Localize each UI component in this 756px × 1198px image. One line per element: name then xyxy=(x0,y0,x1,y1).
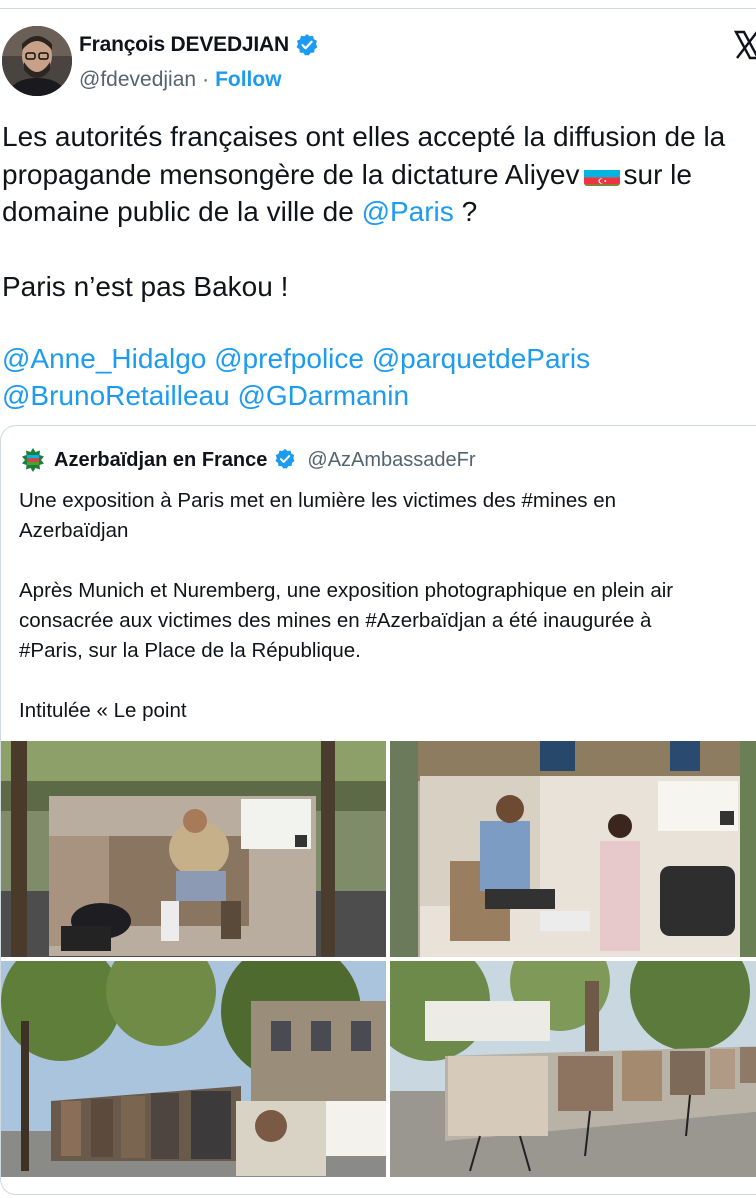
quoted-author-handle[interactable]: @AzAmbassadeFr xyxy=(307,449,475,472)
verified-badge-icon xyxy=(295,33,319,57)
quoted-tweet[interactable]: Azerbaïdjan en France @AzAmbassadeFr Une… xyxy=(0,425,756,1195)
tweet-text-segment: ? xyxy=(461,196,478,227)
verified-badge-icon xyxy=(274,448,298,472)
mention-link[interactable]: @BrunoRetailleau xyxy=(2,380,230,411)
mention-link[interactable]: @Paris xyxy=(362,196,454,227)
tweet-text-segment: propagande mensongère de la dictature Al… xyxy=(2,158,580,190)
x-logo-icon[interactable] xyxy=(733,30,756,69)
tweet-line: Les autorités françaises ont elles accep… xyxy=(2,121,726,152)
mentions-line: @Anne_Hidalgo @prefpolice @parquetdePari… xyxy=(2,340,756,378)
photo-exhibit-street-trees[interactable] xyxy=(1,961,386,1177)
author-avatar[interactable] xyxy=(2,26,72,96)
mentions-line: @BrunoRetailleau @GDarmanin xyxy=(2,377,756,415)
tweet-text-segment: domaine public de la ville de xyxy=(2,196,354,227)
quoted-tweet-text: Une exposition à Paris met en lumière le… xyxy=(19,486,756,726)
author-name[interactable]: François DEVEDJIAN xyxy=(79,33,289,57)
quoted-author-name[interactable]: Azerbaïdjan en France xyxy=(54,449,267,472)
author-handle-row: @fdevedjian · Follow xyxy=(79,68,282,92)
quoted-text-line: Azerbaïdjan xyxy=(19,519,129,542)
tweet-line: propagande mensongère de la dictature Al… xyxy=(2,156,756,194)
author-handle[interactable]: @fdevedjian xyxy=(79,68,196,92)
tweet-line: domaine public de la ville de @Paris ? xyxy=(2,193,756,231)
mention-link[interactable]: @parquetdeParis xyxy=(372,343,590,374)
tweet-text: Les autorités françaises ont elles accep… xyxy=(2,118,756,415)
author-name-row: François DEVEDJIAN xyxy=(79,33,319,57)
photo-exhibit-man-prosthesis[interactable] xyxy=(1,741,386,957)
mention-link[interactable]: @Anne_Hidalgo xyxy=(2,343,206,374)
mention-link[interactable]: @prefpolice xyxy=(214,343,364,374)
quoted-text-line: consacrée aux victimes des mines en #Aze… xyxy=(19,609,652,632)
photo-exhibit-girl-helping-man[interactable] xyxy=(390,741,756,957)
quoted-tweet-header: Azerbaïdjan en France @AzAmbassadeFr xyxy=(19,446,476,474)
mention-link[interactable]: @GDarmanin xyxy=(237,380,409,411)
quoted-text-line: Après Munich et Nuremberg, une expositio… xyxy=(19,579,674,602)
photo-exhibit-square-panels[interactable] xyxy=(390,961,756,1177)
embassy-logo-icon xyxy=(19,446,47,474)
handle-separator: · xyxy=(202,68,210,91)
tweet-text-segment: sur le xyxy=(623,158,692,190)
avatar-image xyxy=(2,26,72,96)
azerbaijan-flag-icon xyxy=(583,164,620,186)
top-divider xyxy=(0,8,756,9)
quoted-text-line: Intitulée « Le point xyxy=(19,699,187,722)
tweet-line: Paris n’est pas Bakou ! xyxy=(2,271,289,302)
quoted-text-line: #Paris, sur la Place de la République. xyxy=(19,639,361,662)
quoted-text-line: Une exposition à Paris met en lumière le… xyxy=(19,489,617,512)
follow-button[interactable]: Follow xyxy=(215,68,282,92)
